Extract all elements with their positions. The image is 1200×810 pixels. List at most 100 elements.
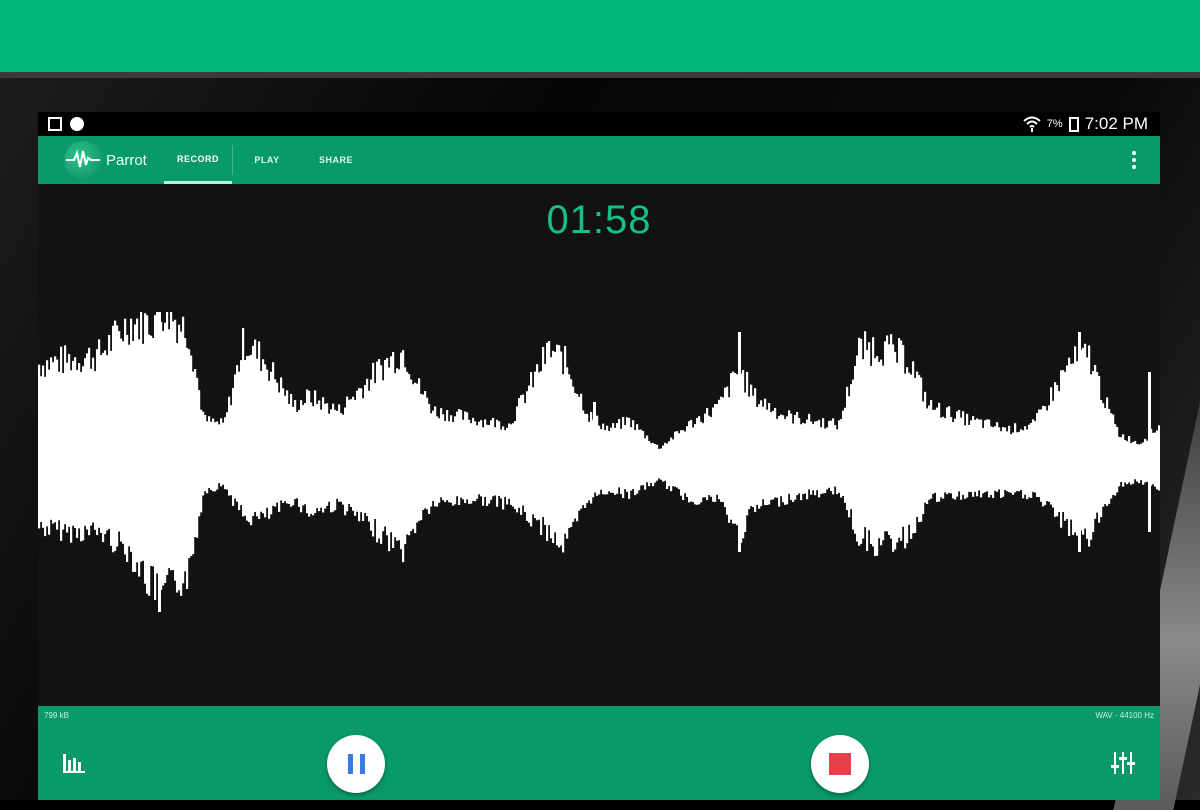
waveform-sample — [508, 423, 511, 499]
waveform-sample — [628, 417, 631, 499]
waveform-sample — [124, 318, 127, 555]
waveform-sample — [804, 423, 807, 494]
waveform-sample — [854, 365, 857, 534]
waveform-sample — [1112, 414, 1115, 496]
waveform-sample — [952, 422, 955, 499]
waveform-sample — [1130, 443, 1133, 485]
waveform-sample — [802, 422, 805, 495]
waveform-sample — [1086, 357, 1089, 539]
waveform-sample — [596, 415, 599, 496]
waveform-sample — [180, 331, 183, 596]
waveform-sample — [582, 410, 585, 506]
waveform-sample — [1124, 440, 1127, 483]
waveform-sample — [50, 357, 53, 520]
waveform-sample — [532, 387, 535, 515]
waveform-sample — [156, 312, 159, 574]
tab-share[interactable]: SHARE — [302, 136, 370, 184]
waveform-sample — [442, 414, 445, 501]
waveform-sample — [940, 417, 943, 498]
waveform-sample — [150, 335, 153, 566]
waveform-sample — [498, 421, 501, 496]
waveform-sample — [466, 412, 469, 500]
waveform-sample — [668, 441, 671, 487]
waveform-sample — [822, 418, 825, 494]
waveform-sample — [746, 371, 749, 516]
waveform-sample — [436, 416, 439, 507]
waveform-sample — [598, 425, 601, 495]
waveform-sample — [272, 362, 275, 506]
waveform-sample — [1050, 387, 1053, 505]
waveform-sample — [72, 360, 75, 526]
waveform-sample — [216, 421, 219, 490]
pause-button[interactable] — [327, 735, 385, 793]
waveform-sample — [694, 424, 697, 505]
waveform-sample — [680, 430, 683, 496]
waveform-sample — [412, 384, 415, 529]
waveform-sample — [956, 411, 959, 497]
waveform-sample — [194, 368, 197, 538]
waveform-sample — [600, 429, 603, 490]
waveform-sample — [1138, 444, 1141, 484]
waveform-sample — [356, 390, 359, 512]
waveform-sample — [1104, 408, 1107, 505]
waveform-sample — [526, 391, 529, 521]
waveform-sample — [722, 397, 725, 503]
waveform-sample — [1128, 435, 1131, 483]
tab-play[interactable]: PLAY — [233, 136, 301, 184]
waveform-sample — [892, 344, 895, 552]
waveform-sample — [1052, 400, 1055, 508]
overflow-menu-icon[interactable] — [1132, 151, 1160, 169]
waveform-sample — [638, 429, 641, 491]
waveform-sample — [402, 350, 405, 563]
waveform-sample — [656, 444, 659, 481]
waveform-sample — [776, 418, 779, 498]
waveform-sample — [112, 325, 115, 553]
waveform-sample — [104, 350, 107, 535]
waveform-sample — [1024, 426, 1027, 495]
waveform-sample — [530, 372, 533, 527]
waveform-sample — [256, 358, 259, 517]
waveform-sample — [166, 312, 169, 575]
waveform-sample — [196, 377, 199, 538]
waveform-sample — [186, 347, 189, 589]
waveform-sample — [928, 405, 931, 500]
waveform-sample — [118, 331, 121, 532]
stop-button[interactable] — [811, 735, 869, 793]
waveform-sample — [688, 421, 691, 503]
waveform-sample — [770, 412, 773, 500]
waveform-sample — [398, 369, 401, 541]
waveform-sample — [470, 423, 473, 504]
levels-icon[interactable] — [62, 752, 86, 774]
waveform-sample — [744, 392, 747, 533]
waveform-sample — [396, 368, 399, 541]
tab-record[interactable]: RECORD — [164, 136, 232, 184]
waveform-sample — [274, 379, 277, 507]
waveform-sample — [1062, 370, 1065, 512]
waveform-sample — [830, 420, 833, 492]
waveform-sample — [278, 392, 281, 512]
waveform-sample — [772, 410, 775, 500]
waveform-sample — [502, 426, 505, 510]
waveform-sample — [404, 367, 407, 545]
waveform-sample — [540, 371, 543, 535]
waveform-sample — [74, 357, 77, 528]
waveform-sample — [606, 425, 609, 495]
waveform-sample — [282, 388, 285, 503]
app-logo[interactable]: Parrot — [38, 141, 164, 179]
waveform-sample — [910, 374, 913, 539]
waveform-sample — [110, 350, 113, 546]
battery-icon — [1068, 116, 1079, 132]
equalizer-icon[interactable] — [1110, 750, 1136, 776]
waveform-sample — [652, 442, 655, 487]
waveform-sample — [252, 345, 255, 516]
waveform-sample — [1090, 374, 1093, 540]
waveform-sample — [994, 426, 997, 491]
waveform-sample — [450, 415, 453, 503]
waveform-sample — [1004, 427, 1007, 491]
waveform-sample — [654, 444, 657, 483]
waveform-sample — [1116, 426, 1119, 493]
waveform-sample — [80, 371, 83, 542]
waveform-sample — [908, 372, 911, 525]
waveform-sample — [870, 365, 873, 544]
waveform-sample — [760, 400, 763, 507]
